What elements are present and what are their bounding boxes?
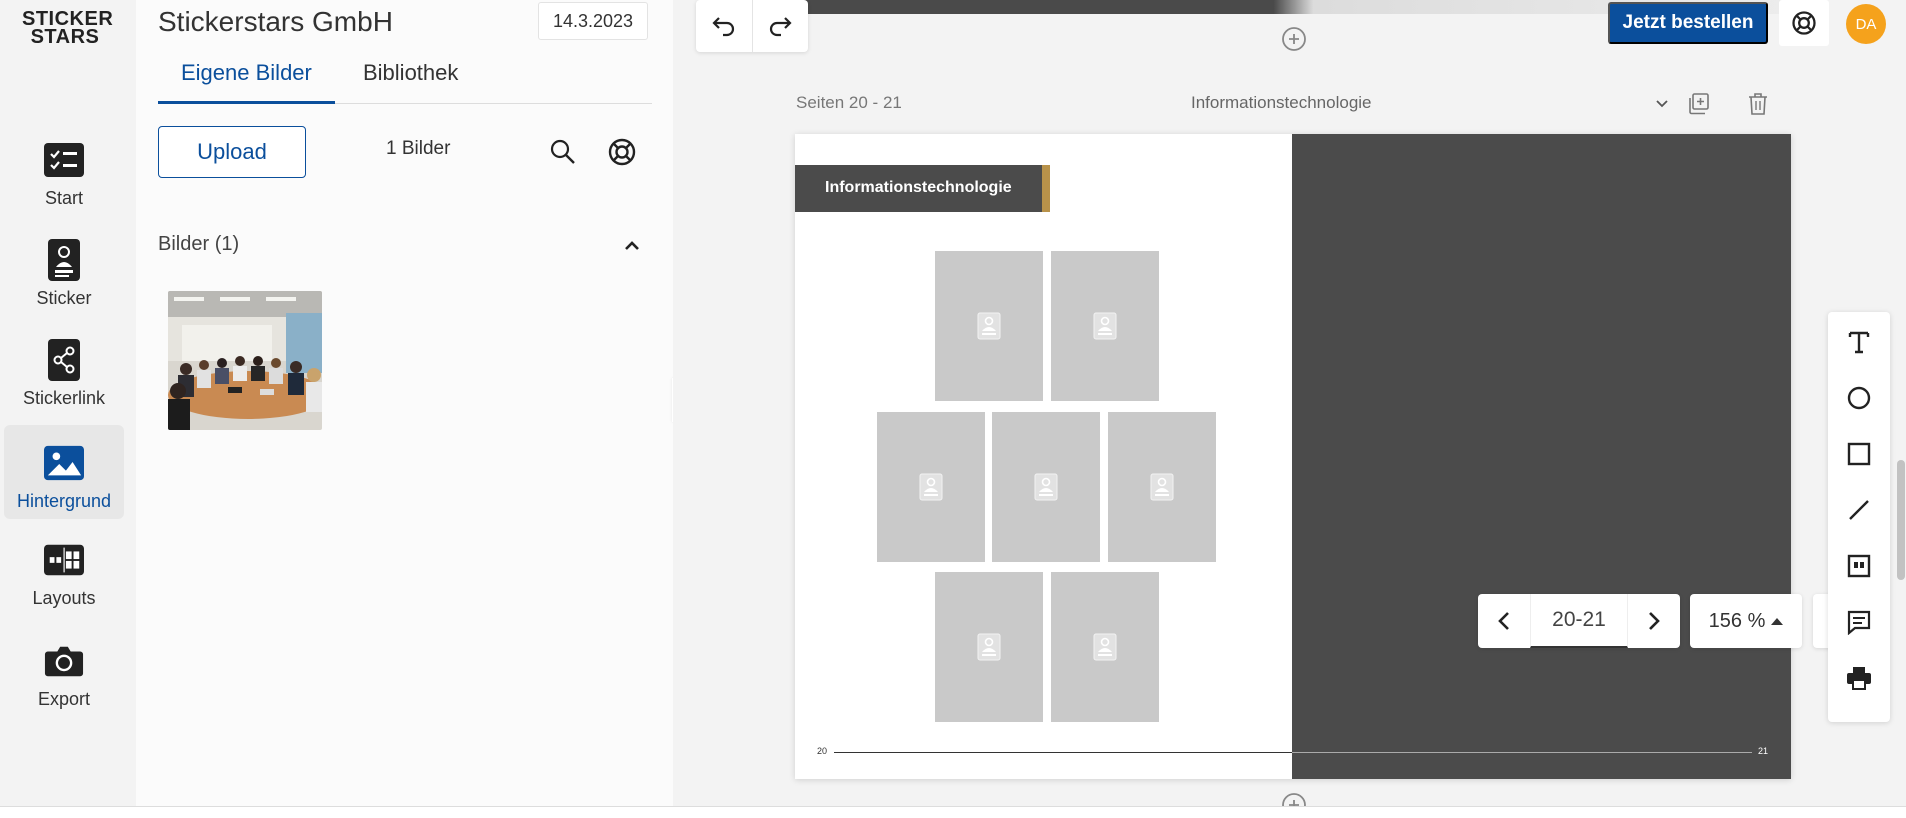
sticker-slot[interactable] [935,572,1043,722]
page-spread[interactable]: Informationstechnologie 20 21 [795,134,1791,779]
tab-bibliothek[interactable]: Bibliothek [340,52,481,104]
scrollbar-thumb[interactable] [1897,460,1905,580]
nav-label: Layouts [32,588,96,608]
chevron-right-icon [1649,612,1660,630]
tab-eigene-bilder[interactable]: Eigene Bilder [158,52,335,104]
nav-item-export[interactable]: Export [4,623,124,717]
main-nav: STICKER STARS Start Sticker Stickerlink … [0,0,136,806]
undo-redo-group [696,0,808,52]
share-icon [44,339,84,381]
camera-icon [44,641,84,681]
sticker-placeholder-icon [977,312,1001,340]
nav-label: Stickerlink [22,388,106,408]
layouts-icon [44,540,84,580]
sticker-placeholder-icon [1093,633,1117,661]
order-button[interactable]: Jetzt bestellen [1608,2,1768,44]
company-name: Stickerstars GmbH [158,6,393,37]
print-icon[interactable] [1839,658,1879,698]
logo: STICKER STARS [22,9,113,47]
text-tool-icon[interactable] [1839,322,1879,362]
zoom-control[interactable]: 156 % [1690,594,1802,648]
bottom-bar [0,806,1906,818]
page-title-bar[interactable]: Informationstechnologie [795,165,1050,212]
undo-button[interactable] [708,10,740,42]
nav-item-start[interactable]: Start [4,122,124,216]
user-avatar[interactable]: DA [1846,4,1886,44]
undo-icon [712,17,735,37]
trash-icon[interactable] [1747,92,1769,116]
next-page-button[interactable] [1628,594,1680,648]
image-tabs: Eigene Bilder Bibliothek [158,52,652,104]
sticker-slot[interactable] [877,412,985,562]
nav-label: Export [37,689,91,709]
logo-text: STICKER STARS [22,8,114,48]
redo-button[interactable] [764,10,796,42]
theme-select[interactable]: Informationstechnologie [1191,90,1671,118]
sticker-placeholder-icon [1150,473,1174,501]
images-panel: Stickerstars GmbH 14.3.2023 Eigene Bilde… [136,0,673,806]
sticker-slot[interactable] [1051,251,1159,401]
comment-tool-icon[interactable] [1839,602,1879,642]
editor-canvas: Jetzt bestellen DA Seiten 20 - 21 Inform… [673,0,1906,817]
title-accent [1042,165,1050,212]
help-button[interactable] [1779,0,1829,46]
help-lifebuoy-icon[interactable] [606,136,638,168]
tool-palette [1828,312,1890,722]
redo-icon [769,17,792,37]
checklist-icon [44,140,84,180]
pages-label: Seiten 20 - 21 [796,93,902,112]
nav-item-stickerlink[interactable]: Stickerlink [4,322,124,416]
sticker-slot[interactable] [992,412,1100,562]
rectangle-tool-icon[interactable] [1839,434,1879,474]
chevron-left-icon [1498,612,1509,630]
theme-select-value: Informationstechnologie [1191,93,1372,112]
page-number-left: 20 [817,746,828,756]
page-left[interactable]: Informationstechnologie [795,134,1292,779]
sticker-slot[interactable] [935,251,1043,401]
nav-item-sticker[interactable]: Sticker [4,222,124,316]
sticker-slot[interactable] [1051,572,1159,722]
nav-item-hintergrund[interactable]: Hintergrund [4,425,124,519]
nav-label: Sticker [36,288,92,308]
images-section-title: Bilder (1) [158,233,240,255]
upload-button[interactable]: Upload [158,126,306,178]
page-baseline-right [1292,752,1752,753]
caret-up-icon [1771,617,1784,625]
frame-tool-icon[interactable] [1839,546,1879,586]
image-thumbnail[interactable] [168,291,322,430]
sticker-placeholder-icon [1093,312,1117,340]
chevron-up-icon[interactable] [622,236,642,256]
add-page-icon[interactable] [1687,92,1711,116]
app-root: STICKER STARS Start Sticker Stickerlink … [0,0,1906,818]
search-icon[interactable] [548,137,578,167]
page-navigator: 20-21 [1478,594,1680,648]
nav-label: Hintergrund [16,491,112,511]
divider [752,0,753,52]
nav-item-layouts[interactable]: Layouts [4,522,124,616]
zoom-value: 156 % [1708,609,1766,632]
circle-tool-icon[interactable] [1839,378,1879,418]
help-lifebuoy-icon [1792,11,1816,35]
previous-page-button[interactable] [1478,594,1530,648]
sticker-placeholder-icon [1034,473,1058,501]
page-title: Informationstechnologie [825,179,1012,196]
sticker-slot[interactable] [1108,412,1216,562]
image-count: 1 Bilder [386,138,451,159]
nav-label: Start [44,188,83,208]
sticker-placeholder-icon [977,633,1001,661]
page-number-right: 21 [1758,746,1769,756]
page-right[interactable] [1292,134,1791,779]
sticker-placeholder-icon [919,473,943,501]
sticker-icon [44,239,84,281]
image-icon [44,443,84,483]
add-page-above-icon[interactable] [1281,26,1307,52]
page-number-input[interactable]: 20-21 [1530,594,1628,648]
date-badge: 14.3.2023 [538,2,648,40]
line-tool-icon[interactable] [1839,490,1879,530]
chevron-down-icon [1653,94,1671,112]
